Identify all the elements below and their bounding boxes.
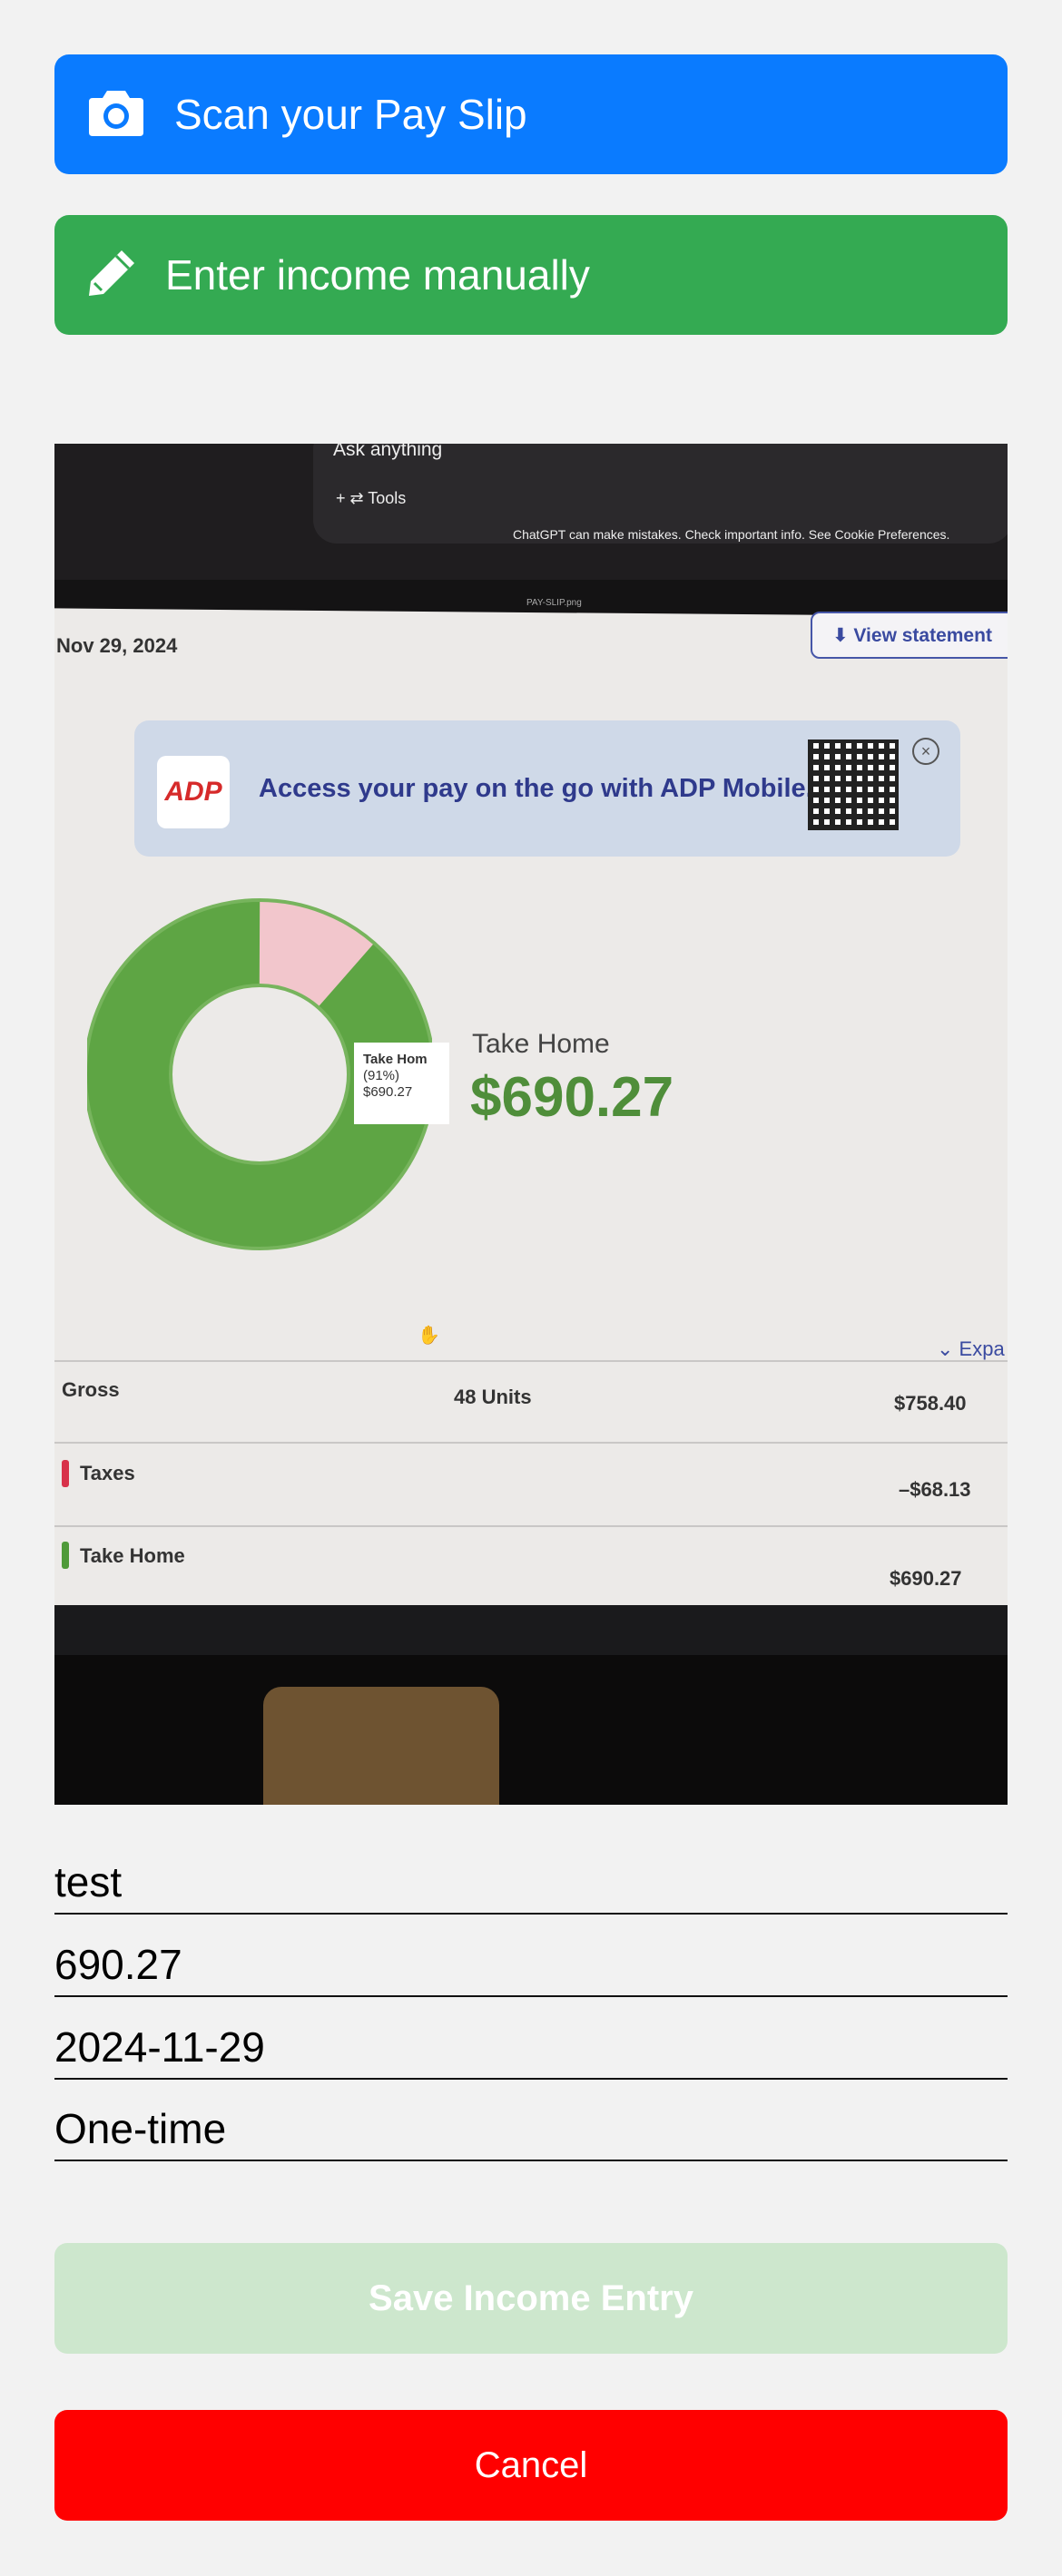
pay-slip-photo: Ask anything + ⇄ Tools ChatGPT can make … bbox=[54, 444, 1008, 1805]
photo-take-home-amount: $690.27 bbox=[470, 1066, 674, 1129]
income-frequency-field[interactable] bbox=[54, 2098, 1008, 2161]
photo-row-divider bbox=[54, 1442, 1008, 1444]
photo-take-home-label: Take Home bbox=[472, 1029, 610, 1059]
cursor-hand-icon: ✋ bbox=[418, 1326, 440, 1346]
scan-pay-slip-label: Scan your Pay Slip bbox=[174, 91, 527, 138]
taxes-color-bar bbox=[62, 1460, 69, 1487]
photo-tooltip-line: (91%) bbox=[363, 1068, 400, 1083]
adp-logo: ADP bbox=[157, 756, 230, 828]
close-icon: × bbox=[912, 738, 939, 765]
enter-income-manually-button[interactable]: Enter income manually bbox=[54, 215, 1008, 335]
save-income-entry-button[interactable]: Save Income Entry bbox=[54, 2243, 1008, 2354]
take-home-color-bar bbox=[62, 1542, 69, 1569]
photo-chair bbox=[263, 1687, 499, 1805]
pencil-icon bbox=[87, 249, 136, 302]
photo-donut-tooltip: Take Hom (91%) $690.27 bbox=[354, 1043, 449, 1124]
cancel-button[interactable]: Cancel bbox=[54, 2410, 1008, 2521]
qr-code-icon bbox=[808, 739, 899, 830]
enter-income-manually-label: Enter income manually bbox=[165, 251, 590, 299]
photo-row-value: $690.27 bbox=[890, 1567, 962, 1590]
photo-tooltip-line: Take Hom bbox=[363, 1052, 428, 1067]
photo-chat-tools: + ⇄ Tools bbox=[336, 489, 407, 507]
photo-row-divider bbox=[54, 1360, 1008, 1362]
income-date-field[interactable] bbox=[54, 2016, 1008, 2080]
camera-icon bbox=[87, 87, 145, 142]
photo-row-value: –$68.13 bbox=[899, 1478, 971, 1501]
photo-view-statement: ⬇ View statement bbox=[811, 612, 1008, 659]
photo-desk-area bbox=[54, 1655, 1008, 1805]
photo-expand-link: ⌄ Expa bbox=[937, 1337, 1005, 1360]
photo-row-label: Take Home bbox=[80, 1544, 185, 1567]
photo-row-label: Taxes bbox=[80, 1462, 135, 1484]
photo-pay-date: Nov 29, 2024 bbox=[56, 634, 178, 657]
photo-row-divider bbox=[54, 1525, 1008, 1527]
photo-row-value: $758.40 bbox=[894, 1392, 967, 1415]
photo-filename: PAY-SLIP.png bbox=[526, 598, 582, 608]
income-name-field[interactable] bbox=[54, 1851, 1008, 1915]
photo-row-units: 48 Units bbox=[454, 1386, 532, 1408]
photo-row-label: Gross bbox=[62, 1378, 120, 1401]
scan-pay-slip-button[interactable]: Scan your Pay Slip bbox=[54, 54, 1008, 174]
photo-chat-prompt: Ask anything bbox=[333, 444, 443, 460]
photo-taskbar bbox=[54, 1605, 1008, 1655]
income-amount-field[interactable] bbox=[54, 1934, 1008, 1997]
photo-tooltip-line: $690.27 bbox=[363, 1084, 413, 1100]
photo-adp-banner-text: Access your pay on the go with ADP Mobil… bbox=[259, 774, 813, 803]
photo-chat-disclaimer: ChatGPT can make mistakes. Check importa… bbox=[513, 527, 950, 542]
